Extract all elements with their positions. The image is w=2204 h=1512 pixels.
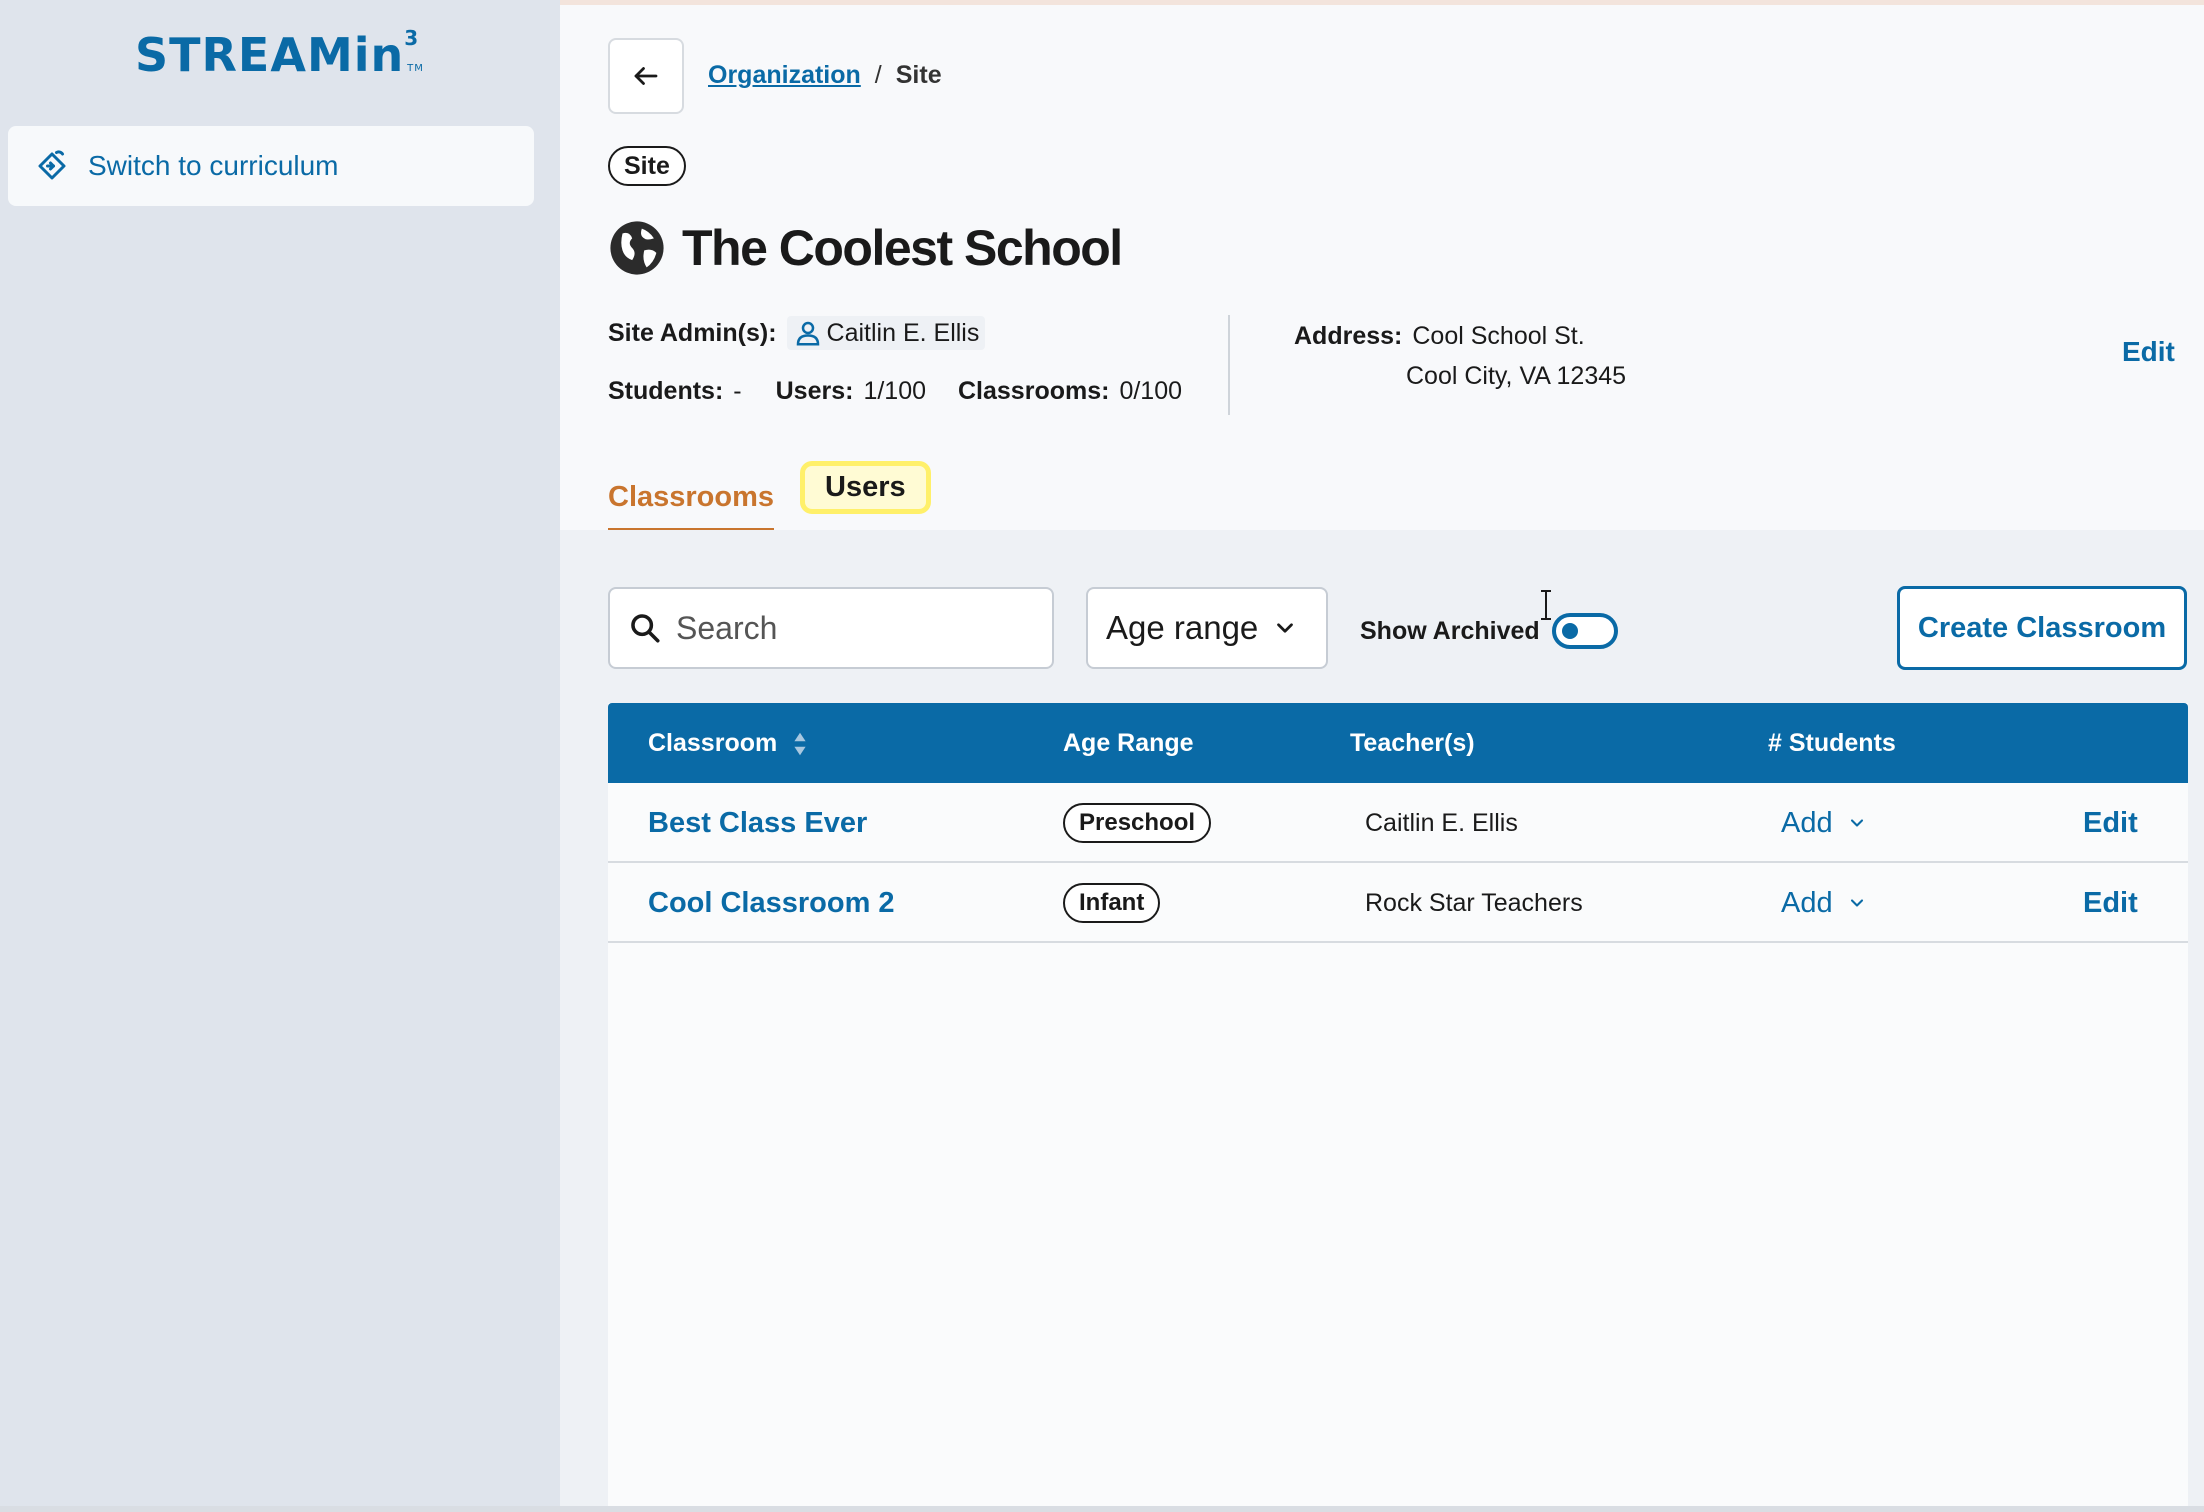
edit-site-link[interactable]: Edit (2122, 336, 2175, 368)
classroom-name-link[interactable]: Best Class Ever (648, 783, 867, 863)
header-classroom-label: Classroom (648, 729, 778, 757)
classrooms-table: Classroom Age Range Teacher(s) # Student… (608, 703, 2188, 1512)
switch-label: Switch to curriculum (88, 150, 339, 181)
breadcrumb-current: Site (895, 61, 942, 89)
students-value: - (733, 377, 742, 405)
switch-icon (38, 150, 66, 180)
site-counts-row: Students: - Users: 1/100 Classrooms: 0/1… (608, 377, 1182, 406)
table-row: Cool Classroom 2 Infant Rock Star Teache… (608, 863, 2188, 943)
admin-chip[interactable]: Caitlin E. Ellis (786, 316, 986, 350)
tab-users[interactable]: Users (800, 461, 931, 514)
students-label: Students: (608, 377, 724, 405)
breadcrumb-organization-link[interactable]: Organization (708, 61, 861, 90)
users-value: 1/100 (863, 377, 926, 405)
logo-superscript: 3 (404, 26, 420, 50)
logo: STREAMin3 TM (135, 26, 436, 82)
edit-classroom-link[interactable]: Edit (2083, 783, 2138, 863)
header-divider (1228, 315, 1230, 415)
address-line1: Cool School St. (1412, 322, 1585, 350)
age-range-cell: Infant (1063, 863, 1161, 943)
admin-name: Caitlin E. Ellis (826, 318, 980, 347)
age-range-pill: Infant (1063, 883, 1161, 923)
sidebar: STREAMin3 TM Switch to curriculum (0, 0, 560, 1512)
main-content: Organization / Site Site The Coolest Sch… (560, 5, 2204, 1512)
site-badge: Site (608, 146, 686, 186)
bottom-edge (0, 1506, 2204, 1512)
header-age-range: Age Range (1063, 729, 1194, 757)
chevron-down-icon (1277, 623, 1294, 633)
globe-icon (610, 221, 664, 275)
classroom-name-link[interactable]: Cool Classroom 2 (648, 863, 895, 943)
tab-classrooms[interactable]: Classrooms (608, 481, 775, 534)
logo-trademark: TM (407, 63, 424, 74)
add-students-dropdown[interactable]: Add (1781, 783, 1867, 863)
breadcrumb: Organization / Site (708, 61, 942, 90)
search-icon (631, 614, 660, 643)
age-range-pill: Preschool (1063, 803, 1212, 843)
add-students-label: Add (1781, 886, 1833, 919)
tabs: Classrooms Users (608, 461, 931, 534)
sort-icon (794, 732, 806, 755)
site-header: Organization / Site Site The Coolest Sch… (560, 5, 2204, 534)
back-button[interactable] (608, 38, 684, 114)
show-archived-toggle[interactable] (1551, 613, 1618, 649)
site-title: The Coolest School (682, 220, 1123, 276)
users-label: Users: (775, 377, 854, 405)
address-block: Address: Cool School St. Cool City, VA 12… (1294, 316, 1626, 396)
site-admins-label: Site Admin(s): (608, 318, 777, 347)
breadcrumb-separator: / (874, 61, 882, 89)
header-students: # Students (1768, 729, 1896, 757)
switch-to-curriculum-button[interactable]: Switch to curriculum (8, 126, 534, 206)
address-line2: Cool City, VA 12345 (1406, 362, 1627, 390)
text-cursor-icon (1541, 590, 1551, 620)
show-archived-label: Show Archived (1360, 616, 1540, 645)
show-archived: Show Archived (1360, 613, 1618, 649)
address-label: Address: (1294, 322, 1403, 350)
table-row: Best Class Ever Preschool Caitlin E. Ell… (608, 783, 2188, 863)
search-field[interactable] (608, 587, 1054, 669)
header-classroom[interactable]: Classroom (648, 729, 809, 758)
header-teachers: Teacher(s) (1350, 729, 1475, 757)
classrooms-value: 0/100 (1119, 377, 1183, 405)
user-icon (796, 321, 819, 346)
chevron-down-icon (1850, 819, 1863, 827)
age-range-label: Age range (1106, 609, 1259, 646)
teachers-cell: Caitlin E. Ellis (1365, 808, 1518, 837)
logo-text: STREAMin (135, 28, 405, 82)
teachers-cell: Rock Star Teachers (1365, 888, 1583, 917)
age-range-cell: Preschool (1063, 783, 1212, 863)
edit-classroom-link[interactable]: Edit (2083, 863, 2138, 943)
age-range-select[interactable]: Age range (1086, 587, 1328, 669)
add-students-dropdown[interactable]: Add (1781, 863, 1867, 943)
create-classroom-button[interactable]: Create Classroom (1897, 586, 2187, 670)
page-title: The Coolest School (608, 219, 1123, 277)
add-students-label: Add (1781, 806, 1833, 839)
arrow-left-icon (634, 67, 658, 85)
table-header: Classroom Age Range Teacher(s) # Student… (608, 703, 2188, 783)
classrooms-label: Classrooms: (958, 377, 1110, 405)
chevron-down-icon (1850, 899, 1863, 907)
site-admins-row: Site Admin(s): Caitlin E. Ellis (608, 316, 986, 350)
search-input[interactable] (676, 609, 1016, 647)
